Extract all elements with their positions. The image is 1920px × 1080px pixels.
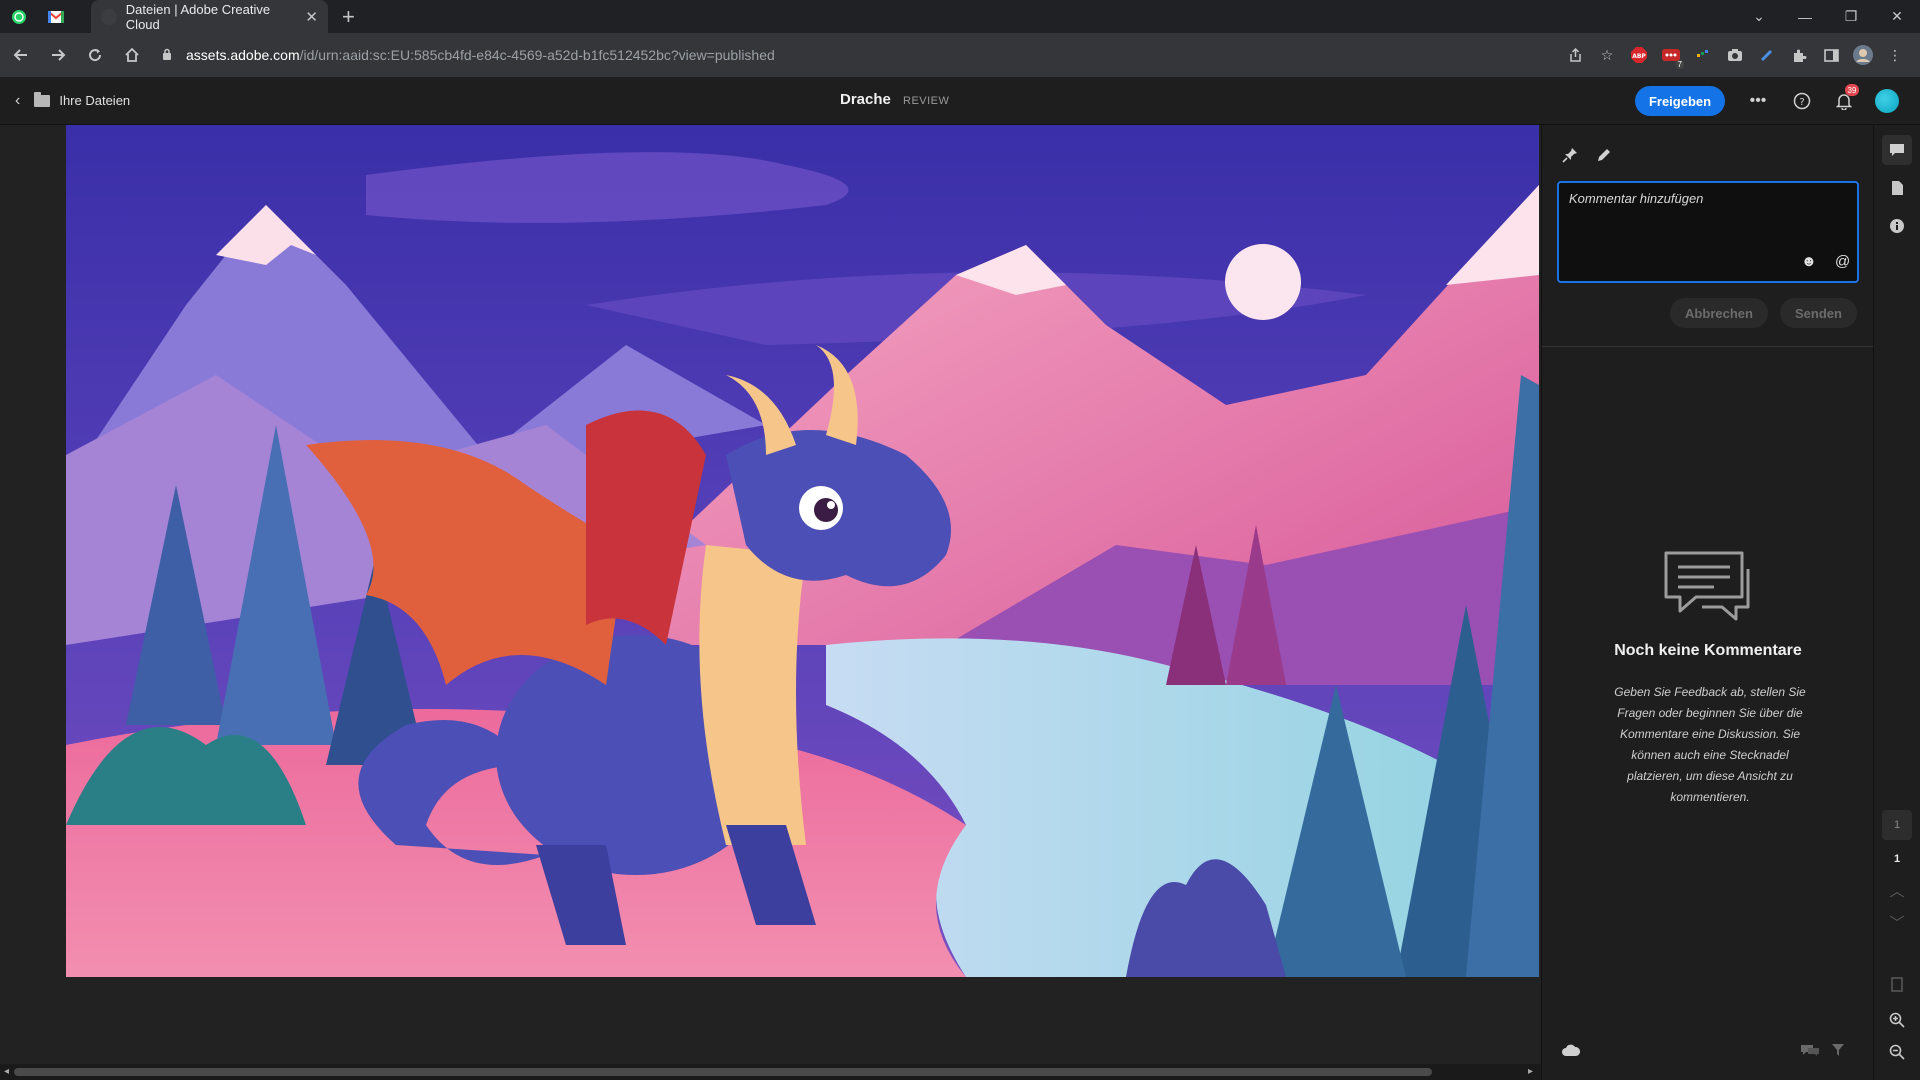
hide-comments-icon[interactable] xyxy=(1800,1043,1820,1061)
pen-extension-icon[interactable] xyxy=(1756,44,1778,66)
notifications-bell-icon[interactable]: 39 xyxy=(1833,84,1859,112)
browser-menu-icon[interactable]: ⋮ xyxy=(1884,44,1906,66)
color-extension-icon[interactable] xyxy=(1692,44,1714,66)
comment-input-box[interactable]: ☻ @ xyxy=(1557,181,1859,283)
empty-state-description: Geben Sie Feedback ab, stellen Sie Frage… xyxy=(1614,685,1806,804)
maximize-button[interactable]: ❐ xyxy=(1828,8,1874,25)
empty-state-title: Noch keine Kommentare xyxy=(1614,642,1802,659)
adobe-favicon-icon xyxy=(101,8,117,25)
notification-count-badge: 39 xyxy=(1845,84,1859,96)
scroll-right-icon[interactable]: ▸ xyxy=(1528,1066,1533,1077)
lock-icon xyxy=(162,48,176,63)
tab-close-icon[interactable]: ✕ xyxy=(305,8,318,26)
star-icon[interactable]: ☆ xyxy=(1596,44,1618,66)
adblock-icon[interactable]: ABP xyxy=(1628,44,1650,66)
forward-button[interactable] xyxy=(42,39,74,71)
comments-icon[interactable] xyxy=(1882,135,1912,165)
home-button[interactable] xyxy=(116,39,148,71)
chevron-up-icon[interactable]: ︿ xyxy=(1882,875,1912,905)
minimize-button[interactable]: — xyxy=(1782,9,1828,25)
browser-toolbar: assets.adobe.com/id/urn:aaid:sc:EU:585cb… xyxy=(0,33,1920,77)
back-button[interactable] xyxy=(5,39,37,71)
pin-icon[interactable] xyxy=(1562,147,1578,167)
svg-text:ABP: ABP xyxy=(1632,53,1646,60)
page-indicator[interactable]: 1 xyxy=(1882,810,1912,840)
back-arrow-icon xyxy=(13,49,27,61)
current-page-number: 1 xyxy=(1893,853,1901,865)
new-tab-button[interactable]: + xyxy=(342,5,355,28)
url-field[interactable]: assets.adobe.com/id/urn:aaid:sc:EU:585cb… xyxy=(162,38,1542,72)
reload-icon xyxy=(89,49,102,62)
camera-extension-icon[interactable] xyxy=(1724,44,1746,66)
review-status: REVIEW xyxy=(903,95,950,107)
annotation-tools xyxy=(1562,147,1612,167)
info-icon[interactable] xyxy=(1882,211,1912,241)
profile-avatar-icon[interactable] xyxy=(1852,44,1874,66)
send-button[interactable]: Senden xyxy=(1780,298,1857,328)
svg-text:?: ? xyxy=(1799,97,1804,108)
url-host: assets.adobe.com xyxy=(186,47,300,63)
canvas-area[interactable] xyxy=(0,125,1541,1065)
app-header: ‹ Ihre Dateien Drache REVIEW Freigeben •… xyxy=(0,77,1920,125)
home-icon xyxy=(125,47,139,62)
pinned-tab-whatsapp[interactable] xyxy=(0,0,37,33)
cloud-icon[interactable] xyxy=(1562,1043,1581,1061)
more-options-icon[interactable]: ••• xyxy=(1747,90,1769,112)
filter-icon[interactable] xyxy=(1831,1043,1845,1061)
extensions-icon[interactable] xyxy=(1788,44,1810,66)
cancel-button[interactable]: Abbrechen xyxy=(1670,298,1768,328)
close-window-button[interactable]: ✕ xyxy=(1874,8,1920,25)
browser-tab-strip: Dateien | Adobe Creative Cloud ✕ + ⌄ — ❐… xyxy=(0,0,1920,33)
panel-divider xyxy=(1542,346,1874,347)
window-controls: ⌄ — ❐ ✕ xyxy=(1736,8,1920,25)
zoom-in-icon[interactable] xyxy=(1882,1005,1912,1035)
file-icon[interactable] xyxy=(1882,173,1912,203)
extension-badge-icon[interactable]: 7 xyxy=(1660,44,1684,69)
dragon-artwork-image[interactable] xyxy=(66,125,1539,977)
document-title: Drache xyxy=(840,91,891,108)
pinned-tab-gmail[interactable] xyxy=(37,0,74,33)
whatsapp-icon xyxy=(11,9,26,24)
share-page-icon[interactable] xyxy=(1564,44,1586,66)
scroll-left-icon[interactable]: ◂ xyxy=(4,1066,9,1077)
comments-panel: ☻ @ Abbrechen Senden Noch keine Kommenta… xyxy=(1541,125,1874,1080)
speech-bubbles-icon xyxy=(1662,549,1754,628)
help-icon[interactable]: ? xyxy=(1791,90,1813,112)
right-rail: 1 1 ︿ ﹀ xyxy=(1873,125,1920,1080)
tab-search-icon[interactable]: ⌄ xyxy=(1736,8,1782,25)
scrollbar-thumb[interactable] xyxy=(14,1068,1432,1076)
extension-badge-count: 7 xyxy=(1675,60,1684,69)
forward-arrow-icon xyxy=(52,49,66,61)
user-avatar[interactable] xyxy=(1875,89,1899,113)
at-icon[interactable]: @ xyxy=(1835,253,1850,270)
url-path: /id/urn:aaid:sc:EU:585cb4fd-e84c-4569-a5… xyxy=(299,47,775,63)
page-view-icon[interactable] xyxy=(1882,969,1912,999)
breadcrumb-your-files[interactable]: Ihre Dateien xyxy=(59,93,130,108)
share-button[interactable]: Freigeben xyxy=(1635,86,1725,116)
browser-tab-active[interactable]: Dateien | Adobe Creative Cloud ✕ xyxy=(91,0,328,33)
chevron-down-icon[interactable]: ﹀ xyxy=(1882,907,1912,937)
side-panel-icon[interactable] xyxy=(1820,44,1842,66)
gmail-icon xyxy=(47,10,64,23)
reload-button[interactable] xyxy=(79,39,111,71)
comment-input[interactable] xyxy=(1569,191,1839,206)
zoom-out-icon[interactable] xyxy=(1882,1037,1912,1067)
horizontal-scrollbar[interactable]: ◂ ▸ xyxy=(0,1064,1541,1080)
extension-toolbar: ☆ ABP 7 ⋮ xyxy=(1564,44,1920,69)
emoji-icon[interactable]: ☻ xyxy=(1801,253,1817,270)
tab-title: Dateien | Adobe Creative Cloud xyxy=(125,1,271,32)
chevron-left-icon[interactable]: ‹ xyxy=(15,92,20,110)
pencil-icon[interactable] xyxy=(1596,147,1612,167)
folder-icon xyxy=(34,91,51,107)
